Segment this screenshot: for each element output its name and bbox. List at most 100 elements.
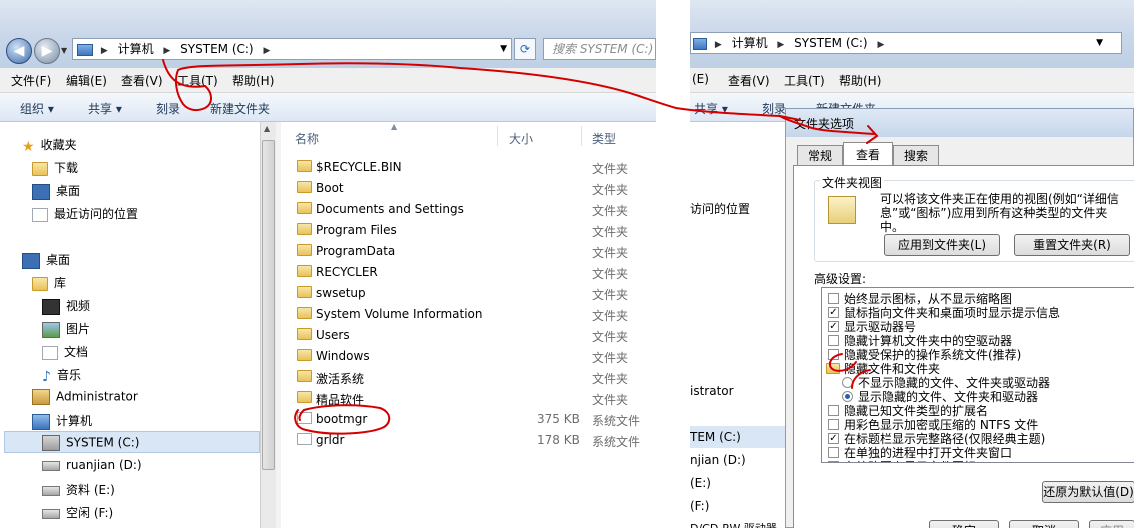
nav-documents[interactable]: 文档 bbox=[42, 343, 88, 360]
burn-button[interactable]: 刻录 bbox=[762, 100, 786, 117]
breadcrumb-system-drive[interactable]: SYSTEM (C:) bbox=[180, 39, 253, 59]
tab-general[interactable]: 常规 bbox=[797, 145, 843, 165]
advanced-option[interactable]: 用彩色显示加密或压缩的 NTFS 文件 bbox=[828, 418, 1038, 432]
column-size[interactable]: 大小 bbox=[509, 130, 533, 147]
advanced-settings-list[interactable]: 始终显示图标，从不显示缩略图 ✓ 鼠标指向文件夹和桌面项时显示提示信息 ✓ 显示驱动器号… bbox=[821, 287, 1134, 463]
search-input[interactable]: 搜索 SYSTEM (C:) bbox=[543, 38, 656, 60]
file-row[interactable]: ProgramData 文件夹 bbox=[297, 241, 656, 262]
restore-defaults-button[interactable]: 还原为默认值(D) bbox=[1042, 481, 1134, 503]
checkbox-checked[interactable]: ✓ bbox=[828, 433, 839, 444]
menu-file[interactable]: 文件(F) bbox=[11, 72, 51, 89]
menu-edit[interactable]: 编辑(E) bbox=[66, 72, 107, 89]
recent-pages-icon[interactable]: ▼ bbox=[61, 46, 67, 55]
nav-drive-d[interactable]: njian (D:) bbox=[690, 453, 746, 467]
advanced-option[interactable]: 不显示隐藏的文件、文件夹或驱动器 bbox=[842, 376, 1050, 390]
nav-system-drive[interactable]: TEM (C:) bbox=[690, 430, 741, 444]
menu-help[interactable]: 帮助(H) bbox=[839, 72, 881, 89]
nav-pictures[interactable]: 图片 bbox=[42, 320, 90, 338]
nav-user[interactable]: Administrator bbox=[32, 389, 138, 405]
file-row[interactable]: grldr 178 KB 系统文件 bbox=[297, 430, 656, 451]
nav-drive-f[interactable]: 空闲 (F:) bbox=[42, 504, 113, 521]
nav-drive-d[interactable]: ruanjian (D:) bbox=[42, 458, 142, 472]
file-row[interactable]: bootmgr 375 KB 系统文件 bbox=[297, 409, 656, 430]
nav-drive-f[interactable]: (F:) bbox=[690, 499, 709, 513]
nav-optical-drive[interactable]: D/CD-RW 驱动器 bbox=[690, 520, 777, 528]
column-name[interactable]: 名称 bbox=[295, 130, 319, 147]
file-row[interactable]: Boot 文件夹 bbox=[297, 178, 656, 199]
nav-music[interactable]: ♪ 音乐 bbox=[42, 366, 81, 385]
nav-system-drive[interactable]: SYSTEM (C:) bbox=[42, 435, 139, 451]
share-button[interactable]: 共享 ▾ bbox=[694, 100, 728, 117]
breadcrumb-computer[interactable]: 计算机 bbox=[732, 33, 768, 53]
advanced-option[interactable]: 隐藏计算机文件夹中的空驱动器 bbox=[828, 334, 1012, 348]
tab-search[interactable]: 搜索 bbox=[893, 145, 939, 165]
scroll-up-icon[interactable]: ▲ bbox=[264, 124, 270, 133]
nav-drive-e[interactable]: (E:) bbox=[690, 476, 711, 490]
nav-recent-places[interactable]: 访问的位置 bbox=[690, 200, 750, 217]
checkbox[interactable] bbox=[828, 293, 839, 304]
advanced-option[interactable]: 始终显示图标，从不显示缩略图 bbox=[828, 292, 1012, 306]
checkbox[interactable] bbox=[828, 447, 839, 458]
advanced-option[interactable]: ✓ 显示驱动器号 bbox=[828, 320, 916, 334]
advanced-option[interactable]: ✓ 鼠标指向文件夹和桌面项时显示提示信息 bbox=[828, 306, 1060, 320]
file-row[interactable]: Windows 文件夹 bbox=[297, 346, 656, 367]
ok-button[interactable]: 确定 bbox=[929, 520, 999, 528]
advanced-option[interactable]: 隐藏文件和文件夹 bbox=[826, 362, 940, 376]
menu-help[interactable]: 帮助(H) bbox=[232, 72, 274, 89]
file-row[interactable]: 激活系统 文件夹 bbox=[297, 367, 656, 388]
nav-drive-e[interactable]: 资料 (E:) bbox=[42, 481, 115, 498]
breadcrumb-computer[interactable]: 计算机 bbox=[118, 39, 154, 59]
column-type[interactable]: 类型 bbox=[592, 130, 616, 147]
file-row[interactable]: Documents and Settings 文件夹 bbox=[297, 199, 656, 220]
new-folder-button[interactable]: 新建文件夹 bbox=[210, 100, 270, 117]
organize-button[interactable]: 组织 ▾ bbox=[20, 100, 54, 117]
file-row[interactable]: 精品软件 文件夹 bbox=[297, 388, 656, 409]
advanced-option[interactable]: ✓ 在标题栏显示完整路径(仅限经典主题) bbox=[828, 432, 1045, 446]
cancel-button[interactable]: 取消 bbox=[1009, 520, 1079, 528]
menu-tools[interactable]: 工具(T) bbox=[784, 72, 825, 89]
nav-libraries[interactable]: 库 bbox=[32, 274, 66, 291]
nav-scrollbar[interactable]: ▲ bbox=[260, 122, 277, 528]
share-button[interactable]: 共享 ▾ bbox=[88, 100, 122, 117]
checkbox[interactable] bbox=[828, 335, 839, 346]
apply-to-folders-button[interactable]: 应用到文件夹(L) bbox=[884, 234, 1000, 256]
burn-button[interactable]: 刻录 bbox=[156, 100, 180, 117]
checkbox-checked[interactable]: ✓ bbox=[828, 321, 839, 332]
menu-tools[interactable]: 工具(T) bbox=[177, 72, 218, 89]
file-row[interactable]: Program Files 文件夹 bbox=[297, 220, 656, 241]
tab-view[interactable]: 查看 bbox=[843, 142, 893, 166]
nav-user[interactable]: istrator bbox=[690, 384, 734, 398]
nav-desktop-root[interactable]: 桌面 bbox=[22, 251, 70, 269]
file-row[interactable]: Users 文件夹 bbox=[297, 325, 656, 346]
nav-recent-places[interactable]: 最近访问的位置 bbox=[32, 205, 138, 222]
breadcrumb-system-drive[interactable]: SYSTEM (C:) bbox=[794, 33, 867, 53]
address-bar[interactable]: ▶ 计算机 ▶ SYSTEM (C:) ▶ ▼ bbox=[690, 32, 1122, 54]
nav-computer[interactable]: 计算机 bbox=[32, 412, 92, 430]
menu-edit[interactable]: (E) bbox=[692, 72, 709, 86]
checkbox[interactable] bbox=[828, 419, 839, 430]
nav-desktop[interactable]: 桌面 bbox=[32, 182, 80, 200]
checkbox[interactable] bbox=[828, 349, 839, 360]
advanced-option[interactable]: 显示隐藏的文件、文件夹和驱动器 bbox=[842, 390, 1038, 404]
file-row[interactable]: System Volume Information 文件夹 bbox=[297, 304, 656, 325]
menu-view[interactable]: 查看(V) bbox=[728, 72, 770, 89]
advanced-option[interactable]: 隐藏已知文件类型的扩展名 bbox=[828, 404, 988, 418]
radio-selected[interactable] bbox=[842, 391, 853, 402]
file-row[interactable]: $RECYCLE.BIN 文件夹 bbox=[297, 157, 656, 178]
file-row[interactable]: RECYCLER 文件夹 bbox=[297, 262, 656, 283]
file-row[interactable]: swsetup 文件夹 bbox=[297, 283, 656, 304]
back-button[interactable]: ◀ bbox=[6, 38, 32, 64]
checkbox-checked[interactable]: ✓ bbox=[828, 461, 839, 462]
nav-favorites[interactable]: ★ 收藏夹 bbox=[22, 136, 77, 155]
address-dropdown-icon[interactable]: ▼ bbox=[500, 39, 507, 59]
reset-folders-button[interactable]: 重置文件夹(R) bbox=[1014, 234, 1130, 256]
refresh-icon[interactable]: ⟳ bbox=[514, 38, 536, 60]
advanced-option[interactable]: 在单独的进程中打开文件夹窗口 bbox=[828, 446, 1012, 460]
checkbox-checked[interactable]: ✓ bbox=[828, 307, 839, 318]
nav-scrollbar-thumb[interactable] bbox=[262, 140, 275, 470]
advanced-option[interactable]: ✓ 在缩略图上显示文件图标 bbox=[828, 460, 976, 462]
nav-videos[interactable]: 视频 bbox=[42, 297, 90, 315]
menu-view[interactable]: 查看(V) bbox=[121, 72, 163, 89]
nav-downloads[interactable]: 下载 bbox=[32, 159, 78, 176]
address-bar[interactable]: ▶ 计算机 ▶ SYSTEM (C:) ▶ ▼ bbox=[72, 38, 512, 60]
